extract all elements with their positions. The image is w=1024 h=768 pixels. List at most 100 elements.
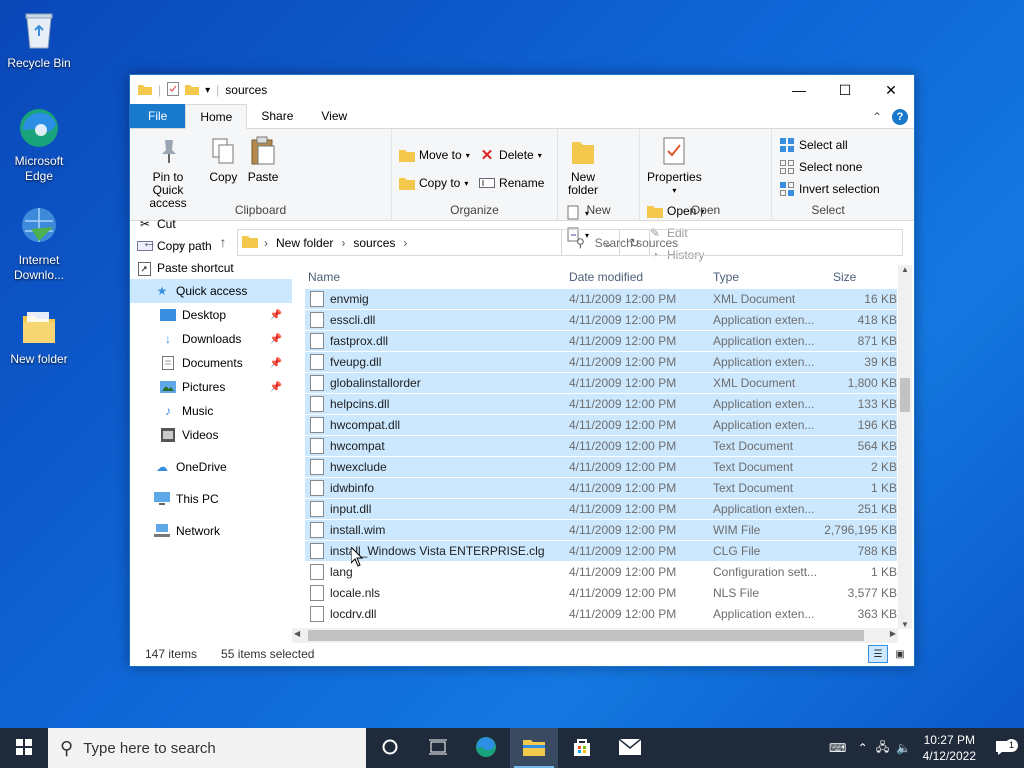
file-size: 2,796,195 KB — [824, 523, 897, 537]
file-row[interactable]: locdrv.dll 4/11/2009 12:00 PM Application … — [305, 604, 897, 624]
copy-button[interactable]: Copy — [205, 133, 241, 186]
paste-button[interactable]: Paste — [245, 133, 282, 186]
taskbar-search[interactable]: ⚲ Type here to search — [48, 728, 366, 768]
notification-center-icon[interactable]: 1 — [984, 739, 1024, 756]
desktop-icon-idm[interactable]: Internet Downlo... — [1, 205, 77, 283]
nav-documents[interactable]: Documents 📌 — [130, 351, 292, 375]
recent-locations-button[interactable]: ⌄ — [192, 231, 214, 253]
file-row[interactable]: install_Windows Vista ENTERPRISE.clg 4/11… — [305, 541, 897, 561]
horizontal-scrollbar[interactable]: ◀ ▶ — [292, 628, 898, 643]
file-name: hwexclude — [330, 460, 387, 474]
taskbar-edge[interactable] — [462, 728, 510, 768]
collapse-ribbon-icon[interactable]: ⌃ — [872, 110, 882, 124]
column-name[interactable]: Name — [308, 270, 340, 284]
chevron-up-icon[interactable]: ⌃ — [853, 741, 873, 755]
maximize-button[interactable]: ☐ — [822, 75, 868, 105]
file-row[interactable]: fveupg.dll 4/11/2009 12:00 PM Application … — [305, 352, 897, 372]
scroll-up-arrow-icon[interactable]: ▲ — [898, 265, 912, 274]
file-row[interactable]: hwexclude 4/11/2009 12:00 PM Text Document… — [305, 457, 897, 477]
desktop-icon-new-folder[interactable]: New folder — [1, 304, 77, 367]
nav-videos[interactable]: Videos — [130, 423, 292, 447]
file-row[interactable]: lang 4/11/2009 12:00 PM Configuration sett… — [305, 562, 897, 582]
new-folder-icon[interactable] — [185, 83, 200, 98]
scroll-left-arrow-icon[interactable]: ◀ — [294, 629, 300, 638]
pin-icon[interactable]: 📌 — [270, 310, 282, 321]
copy-to-button[interactable]: Copy to ▾ — [396, 173, 473, 193]
desktop-icon-recycle-bin[interactable]: Recycle Bin — [1, 8, 77, 71]
horizontal-scroll-thumb[interactable] — [308, 630, 864, 641]
select-all-button[interactable]: Select all — [776, 135, 883, 155]
breadcrumb-new-folder[interactable]: New folder — [276, 236, 333, 250]
scroll-down-arrow-icon[interactable]: ▼ — [898, 620, 912, 629]
file-row[interactable]: fastprox.dll 4/11/2009 12:00 PM Applicatio… — [305, 331, 897, 351]
file-row[interactable]: install.wim 4/11/2009 12:00 PM WIM File 2,7… — [305, 520, 897, 540]
desktop-icon-edge[interactable]: Microsoft Edge — [1, 106, 77, 184]
tab-home[interactable]: Home — [185, 104, 248, 129]
nav-onedrive[interactable]: ☁ OneDrive — [130, 455, 292, 479]
scroll-right-arrow-icon[interactable]: ▶ — [890, 629, 896, 638]
tab-view[interactable]: View — [307, 104, 361, 128]
nav-network[interactable]: Network — [130, 519, 292, 543]
column-size[interactable]: Size — [833, 270, 856, 284]
pin-icon[interactable]: 📌 — [270, 358, 282, 369]
start-button[interactable] — [0, 728, 48, 768]
pin-icon[interactable]: 📌 — [270, 382, 282, 393]
file-row[interactable]: input.dll 4/11/2009 12:00 PM Application e… — [305, 499, 897, 519]
move-to-button[interactable]: Move to ▾ — [396, 145, 473, 165]
tab-share[interactable]: Share — [247, 104, 307, 128]
forward-button[interactable]: → — [168, 231, 190, 253]
file-type: Application exten... — [713, 502, 815, 516]
file-row[interactable]: hwcompat.dll 4/11/2009 12:00 PM Applicatio… — [305, 415, 897, 435]
delete-button[interactable]: ✕ Delete ▾ — [476, 145, 547, 165]
nav-pictures[interactable]: Pictures 📌 — [130, 375, 292, 399]
nav-desktop[interactable]: Desktop 📌 — [130, 303, 292, 327]
customize-toolbar-icon[interactable]: ▾ — [205, 85, 210, 96]
select-none-button[interactable]: Select none — [776, 157, 883, 177]
pin-quick-access-button[interactable]: Pin to Quick access — [134, 133, 202, 212]
details-view-icon[interactable]: ☰ — [868, 645, 888, 663]
new-folder-button[interactable]: New folder — [562, 133, 604, 199]
keyboard-icon[interactable]: ⌨ — [823, 741, 853, 755]
file-row[interactable]: envmig 4/11/2009 12:00 PM XML Document 16 K… — [305, 289, 897, 309]
task-view-button[interactable] — [414, 728, 462, 768]
file-row[interactable]: locale.nls 4/11/2009 12:00 PM NLS File 3,57… — [305, 583, 897, 603]
breadcrumb-sources[interactable]: sources — [353, 236, 395, 250]
tab-file[interactable]: File — [130, 104, 186, 128]
title-bar[interactable]: | ▾ | sources — ☐ ✕ — [130, 75, 914, 105]
vertical-scrollbar[interactable]: ▲ ▼ — [898, 265, 912, 629]
file-row[interactable]: globalinstallorder 4/11/2009 12:00 PM XML … — [305, 373, 897, 393]
nav-quick-access[interactable]: ★ Quick access — [130, 279, 292, 303]
column-date[interactable]: Date modified — [569, 270, 643, 284]
rename-button[interactable]: Rename — [476, 173, 547, 193]
taskbar-mail[interactable] — [606, 728, 654, 768]
column-type[interactable]: Type — [713, 270, 739, 284]
clock[interactable]: 10:27 PM 4/12/2022 — [915, 732, 984, 764]
back-button[interactable]: ← — [138, 231, 160, 253]
network-status-icon[interactable]: 🖧 — [873, 738, 893, 759]
cortana-button[interactable] — [366, 728, 414, 768]
properties-icon[interactable] — [167, 81, 180, 99]
nav-music[interactable]: ♪ Music — [130, 399, 292, 423]
file-row[interactable]: helpcins.dll 4/11/2009 12:00 PM Applicatio… — [305, 394, 897, 414]
help-icon[interactable]: ? — [892, 109, 908, 125]
vertical-scroll-thumb[interactable] — [900, 378, 910, 412]
nav-this-pc[interactable]: This PC — [130, 487, 292, 511]
taskbar-store[interactable] — [558, 728, 606, 768]
cortana-icon — [382, 739, 398, 758]
minimize-button[interactable]: — — [776, 75, 822, 105]
search-box[interactable]: ⚲ Search sources — [561, 229, 903, 256]
properties-button[interactable]: Properties ▾ — [644, 133, 705, 199]
file-date: 4/11/2009 12:00 PM — [569, 481, 677, 495]
volume-icon[interactable]: 🔈 — [893, 741, 915, 755]
file-row[interactable]: esscli.dll 4/11/2009 12:00 PM Application … — [305, 310, 897, 330]
large-icons-view-icon[interactable]: ▣ — [890, 645, 910, 663]
file-row[interactable]: hwcompat 4/11/2009 12:00 PM Text Document 5… — [305, 436, 897, 456]
nav-downloads[interactable]: ↓ Downloads 📌 — [130, 327, 292, 351]
invert-selection-button[interactable]: Invert selection — [776, 179, 883, 199]
pin-icon[interactable]: 📌 — [270, 334, 282, 345]
close-button[interactable]: ✕ — [868, 75, 914, 105]
up-button[interactable]: ↑ — [212, 231, 234, 253]
taskbar-file-explorer[interactable] — [510, 728, 558, 768]
file-row[interactable]: idwbinfo 4/11/2009 12:00 PM Text Document 1… — [305, 478, 897, 498]
file-icon — [310, 543, 324, 559]
